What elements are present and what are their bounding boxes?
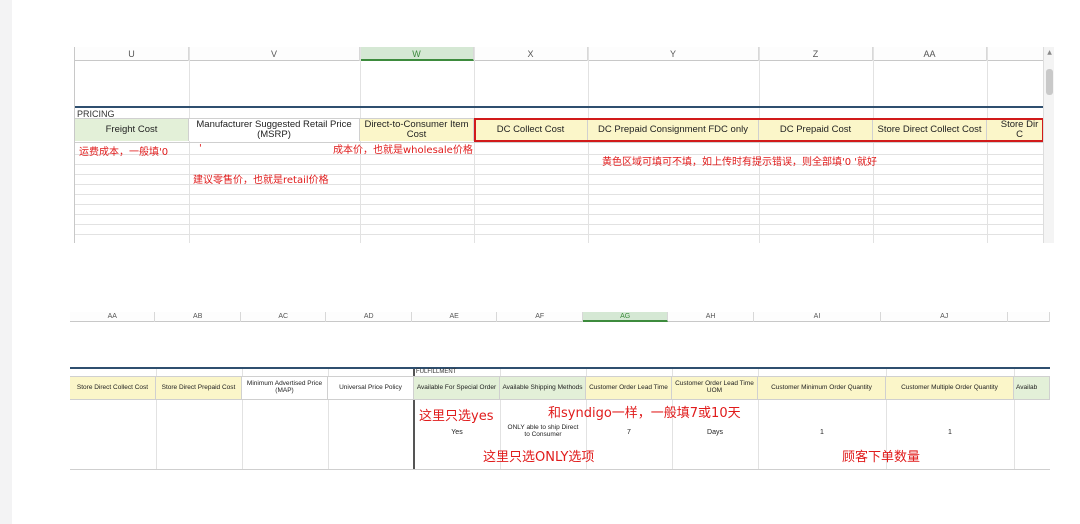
header-store-direct-prepaid[interactable]: Store Direct Prepaid Cost <box>156 377 242 399</box>
note-order-qty: 顾客下单数量 <box>842 450 921 465</box>
column-header-ah[interactable]: AH <box>668 312 754 322</box>
note-tick: ' <box>199 143 202 154</box>
column-header-ad[interactable]: AD <box>326 312 412 322</box>
vertical-scrollbar[interactable]: ▲ <box>1043 47 1054 243</box>
pricing-spreadsheet: U V W X Y Z AA PRICING Freight Cost Manu… <box>74 47 1054 243</box>
cell-shipping-value[interactable]: ONLY able to ship Direct to Consumer <box>504 424 582 439</box>
cell-special-order-value[interactable]: Yes <box>414 429 500 437</box>
column-header-ab[interactable]: AB <box>155 312 241 322</box>
cell-multiple-qty-value[interactable]: 1 <box>886 429 1014 437</box>
header-dtc-item-cost[interactable]: Direct-to-Consumer Item Cost <box>360 119 474 141</box>
column-header-ai[interactable]: AI <box>754 312 882 322</box>
column-header-aa-bottom[interactable]: AA <box>70 312 156 322</box>
cell-min-qty-value[interactable]: 1 <box>758 429 886 437</box>
note-only-option: 这里只选ONLY选项 <box>483 450 595 465</box>
column-header-z[interactable]: Z <box>759 47 873 61</box>
header-dc-prepaid-consignment[interactable]: DC Prepaid Consignment FDC only <box>588 119 759 141</box>
column-header-y[interactable]: Y <box>588 47 759 61</box>
column-header-row: U V W X Y Z AA <box>75 47 1054 61</box>
header-availability-partial[interactable]: Availab <box>1014 377 1050 399</box>
scrollbar-thumb[interactable] <box>1046 69 1053 95</box>
column-header-u[interactable]: U <box>75 47 189 61</box>
note-only-yes: 这里只选yes <box>419 409 494 424</box>
document-page: U V W X Y Z AA PRICING Freight Cost Manu… <box>12 0 1080 524</box>
column-header-v[interactable]: V <box>189 47 360 61</box>
header-freight-cost[interactable]: Freight Cost <box>75 119 189 141</box>
fulfillment-spreadsheet: AA AB AC AD AE AF AG AH AI AJ FULFILLMEN… <box>70 312 1050 470</box>
header-msrp[interactable]: Manufacturer Suggested Retail Price (MSR… <box>189 119 360 141</box>
header-dc-prepaid-cost[interactable]: DC Prepaid Cost <box>759 119 873 141</box>
header-lead-time[interactable]: Customer Order Lead Time <box>586 377 672 399</box>
column-header-af[interactable]: AF <box>497 312 583 322</box>
header-lead-time-uom[interactable]: Customer Order Lead Time UOM <box>672 377 758 399</box>
fulfillment-section-label: FULFILLMENT <box>416 369 457 375</box>
header-store-direct-collect-bottom[interactable]: Store Direct Collect Cost <box>70 377 156 399</box>
note-freight: 运费成本，一般填'0 <box>79 147 169 158</box>
column-header-ab[interactable] <box>987 47 1044 61</box>
cell-lead-time-value[interactable]: 7 <box>586 429 672 437</box>
header-universal-price-policy[interactable]: Universal Price Policy <box>328 377 414 399</box>
column-header-ac[interactable]: AC <box>241 312 327 322</box>
header-store-direct-partial[interactable]: Store Dir C <box>987 119 1043 141</box>
note-syndigo: 和syndigo一样，一般填7或10天 <box>548 406 741 421</box>
column-header-aa[interactable]: AA <box>873 47 987 61</box>
scroll-up-arrow-icon[interactable]: ▲ <box>1046 50 1053 56</box>
header-shipping-methods[interactable]: Available Shipping Methods <box>500 377 586 399</box>
column-header-ae[interactable]: AE <box>412 312 498 322</box>
header-dc-collect-cost[interactable]: DC Collect Cost <box>474 119 588 141</box>
column-header-ak[interactable] <box>1008 312 1050 322</box>
header-special-order[interactable]: Available For Special Order <box>414 377 500 399</box>
column-header-ag[interactable]: AG <box>582 312 669 322</box>
column-header-aj[interactable]: AJ <box>881 312 1009 322</box>
cell-lead-uom-value[interactable]: Days <box>672 429 758 437</box>
note-yellow-area: 黄色区域可填可不填，如上传时有提示错误，则全部填'0 '就好 <box>602 157 878 168</box>
note-cost-price: 成本价，也就是wholesale价格 <box>333 145 473 156</box>
column-header-w[interactable]: W <box>360 47 474 61</box>
header-min-order-qty[interactable]: Customer Minimum Order Quantity <box>758 377 886 399</box>
header-store-direct-collect[interactable]: Store Direct Collect Cost <box>873 119 987 141</box>
note-retail: 建议零售价，也就是retail价格 <box>193 175 329 186</box>
column-header-x[interactable]: X <box>474 47 588 61</box>
header-multiple-order-qty[interactable]: Customer Multiple Order Quantity <box>886 377 1014 399</box>
column-header-row-bottom: AA AB AC AD AE AF AG AH AI AJ <box>70 312 1050 322</box>
header-map[interactable]: Minimum Advertised Price (MAP) <box>242 377 328 399</box>
